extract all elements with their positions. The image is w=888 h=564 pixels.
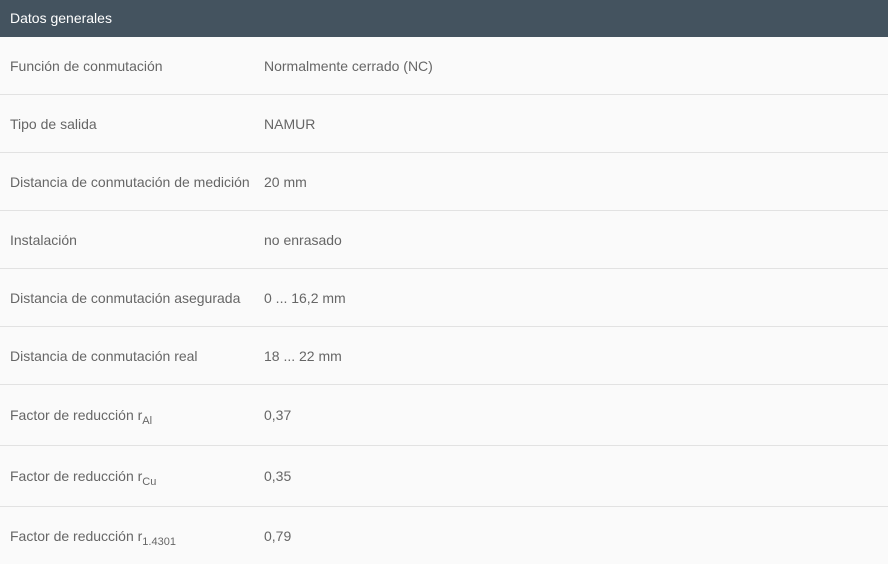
table-row: Distancia de conmutación asegurada 0 ...… xyxy=(0,269,888,327)
row-label: Función de conmutación xyxy=(10,57,163,74)
row-value: no enrasado xyxy=(264,231,342,248)
row-value: Normalmente cerrado (NC) xyxy=(264,57,433,74)
row-label: Instalación xyxy=(10,231,77,248)
table-row: Factor de reducción r1.4301 0,79 xyxy=(0,507,888,564)
row-label: Factor de reducción r1.4301 xyxy=(0,527,264,548)
table-row: Tipo de salida NAMUR xyxy=(0,95,888,153)
table-row: Función de conmutación Normalmente cerra… xyxy=(0,37,888,95)
table-row: Factor de reducción rCu 0,35 xyxy=(0,446,888,507)
row-label-text: Factor de reducción r xyxy=(10,407,143,423)
row-label-subscript: Al xyxy=(142,415,153,427)
row-label: Distancia de conmutación asegurada xyxy=(10,289,241,306)
spec-table: Función de conmutación Normalmente cerra… xyxy=(0,37,888,564)
row-value: 18 ... 22 mm xyxy=(264,347,342,364)
table-row: Distancia de conmutación de medición 20 … xyxy=(0,153,888,211)
table-row: Factor de reducción rAl 0,37 xyxy=(0,385,888,446)
row-label: Factor de reducción rAl xyxy=(0,407,264,427)
row-value: 0,79 xyxy=(264,527,292,544)
general-data-panel: Datos generales Función de conmutación N… xyxy=(0,0,888,564)
row-value: 0,35 xyxy=(264,468,292,484)
table-row: Distancia de conmutación real 18 ... 22 … xyxy=(0,327,888,385)
row-label: Tipo de salida xyxy=(10,115,97,132)
panel-title: Datos generales xyxy=(0,0,888,37)
row-label: Distancia de conmutación de medición xyxy=(10,173,250,190)
row-label-subscript: 1.4301 xyxy=(142,535,176,548)
row-label-text: Factor de reducción r xyxy=(10,527,143,544)
row-label-text: Factor de reducción r xyxy=(10,468,143,484)
table-row: Instalación no enrasado xyxy=(0,211,888,269)
row-label-subscript: Cu xyxy=(142,476,157,488)
row-label: Factor de reducción rCu xyxy=(0,468,264,488)
row-value: NAMUR xyxy=(264,115,316,132)
row-value: 0 ... 16,2 mm xyxy=(264,289,346,306)
row-value: 20 mm xyxy=(264,173,307,190)
row-label: Distancia de conmutación real xyxy=(10,347,198,364)
row-value: 0,37 xyxy=(264,407,292,423)
